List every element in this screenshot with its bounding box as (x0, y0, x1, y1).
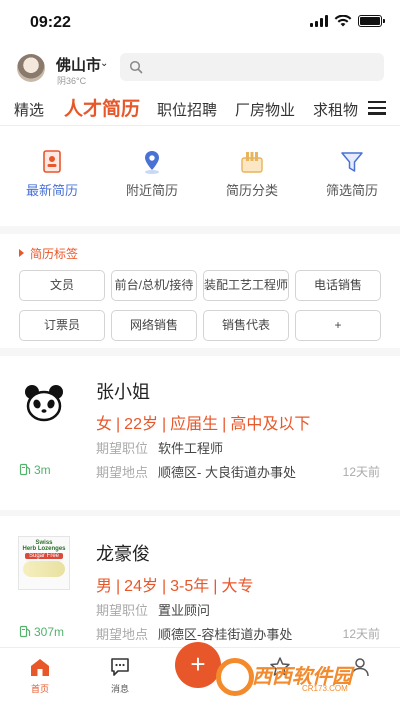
resume-name: 张小姐 (96, 382, 150, 402)
resume-distance: 307m (19, 625, 64, 639)
nav-home[interactable]: 首页 (10, 656, 70, 695)
distance-icon (19, 625, 31, 638)
home-icon (29, 656, 51, 678)
signal-icon (310, 15, 328, 27)
section-divider (0, 348, 400, 356)
tags-section-title: 简历标签 (19, 245, 78, 262)
filter-icon (338, 148, 366, 176)
menu-icon[interactable] (366, 101, 386, 116)
resume-name: 龙豪俊 (96, 544, 150, 564)
resume-distance: 3m (19, 463, 51, 477)
watermark-logo: 西西软件园 CR173.COM (212, 656, 392, 698)
wifi-icon (334, 15, 352, 27)
tag-item[interactable]: 销售代表 (203, 310, 289, 341)
weather-text: 阴36°C (57, 76, 87, 86)
resume-summary: 男 | 24岁 | 3-5年 | 大专 (96, 578, 254, 595)
resume-time: 12天前 (342, 627, 380, 641)
tab-featured[interactable]: 精选 (14, 99, 44, 120)
resume-card[interactable]: Swiss Herb Lozenges Sugar Free 龙豪俊 男 | 24岁… (0, 516, 400, 646)
section-divider (0, 226, 400, 234)
battery-icon (358, 15, 385, 27)
tag-item[interactable]: 订票员 (19, 310, 105, 341)
resume-icon (38, 148, 66, 176)
nav-messages[interactable]: 消息 (90, 656, 150, 695)
status-bar: 09:22 (0, 0, 400, 44)
tab-rental[interactable]: 求租物 (313, 99, 358, 120)
resume-location: 期望地点 顺德区- 大良街道办事处 (96, 465, 296, 480)
feature-latest-resumes[interactable]: 最新简历 (7, 140, 97, 199)
panda-avatar (25, 385, 63, 422)
tab-resumes[interactable]: 人才简历 (64, 94, 140, 121)
tag-item[interactable]: 电话销售 (295, 270, 381, 301)
feature-nearby-resumes[interactable]: 附近简历 (107, 140, 197, 199)
distance-icon (19, 463, 31, 476)
header: 佛山市 ⌄ 阴36°C (0, 50, 400, 90)
city-selector[interactable]: 佛山市 (56, 54, 101, 75)
status-time: 09:22 (30, 14, 71, 31)
tag-item[interactable]: 文员 (19, 270, 105, 301)
feature-row: 最新简历 附近简历 简历分类 筛选简历 (0, 140, 400, 210)
resume-position: 期望职位 软件工程师 (96, 441, 224, 456)
status-icons (310, 15, 385, 27)
message-icon (109, 656, 131, 678)
plus-icon: + (190, 649, 206, 679)
feature-filter-resumes[interactable]: 筛选简历 (307, 140, 397, 199)
category-icon (238, 148, 266, 176)
resume-summary: 女 | 22岁 | 应届生 | 高中及以下 (96, 416, 311, 433)
category-tabs: 精选 人才简历 职位招聘 厂房物业 求租物 (0, 92, 400, 126)
resume-card[interactable]: 张小姐 女 | 22岁 | 应届生 | 高中及以下 期望职位 软件工程师 期望地点 顺德区- 大… (0, 356, 400, 506)
tab-property[interactable]: 厂房物业 (235, 99, 295, 120)
resume-time: 12天前 (342, 465, 380, 479)
search-input[interactable] (120, 53, 384, 81)
search-icon (129, 60, 143, 74)
resume-position: 期望职位 置业顾问 (96, 603, 211, 618)
product-box-photo: Swiss Herb Lozenges Sugar Free (18, 536, 70, 590)
tag-item[interactable]: 网络销售 (111, 310, 197, 341)
add-tag-button[interactable]: + (295, 310, 381, 341)
tag-item[interactable]: 前台/总机/接待 (111, 270, 197, 301)
feature-resume-categories[interactable]: 简历分类 (207, 140, 297, 199)
location-pin-icon (138, 148, 166, 176)
chevron-down-icon[interactable]: ⌄ (100, 58, 108, 69)
tag-item[interactable]: 装配工艺工程师 (203, 270, 289, 301)
tab-jobs[interactable]: 职位招聘 (157, 99, 217, 120)
resume-location: 期望地点 顺德区-容桂街道办事处 (96, 627, 293, 642)
avatar[interactable] (17, 54, 45, 82)
